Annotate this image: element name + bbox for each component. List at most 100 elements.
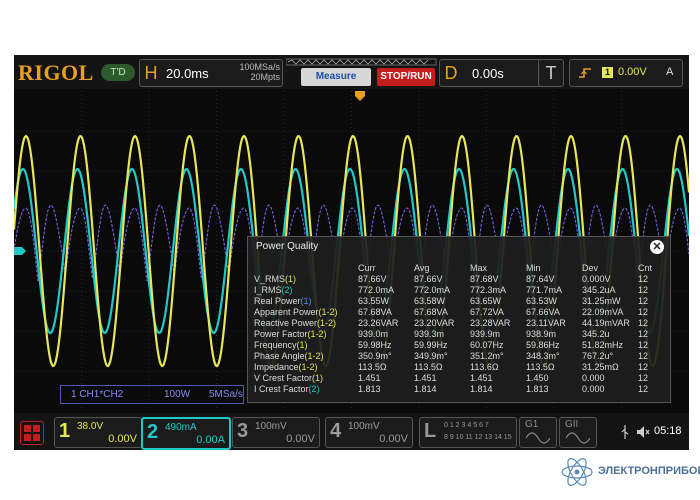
table-cell: 772.0mA — [358, 285, 395, 295]
measurement-source: (1-2) — [317, 318, 337, 328]
table-cell: 67.72VA — [470, 307, 504, 317]
measurement-name: V_RMS(1) — [252, 274, 356, 285]
table-cell: 12 — [638, 307, 649, 317]
power-quality-panel: Power Quality ✕ Curr Avg Max Min Dev Cnt V_RM… — [247, 236, 671, 403]
measurement-source: (1) — [300, 296, 312, 306]
channel-scale: 490mA — [165, 422, 197, 433]
measurement-name: Impedance(1-2) — [252, 362, 356, 373]
panel-title: Power Quality — [256, 241, 319, 252]
table-cell: 12 — [638, 340, 649, 350]
ch2-offset-marker[interactable] — [14, 247, 26, 255]
table-cell: 63.53W — [526, 296, 558, 306]
measure-button[interactable]: Measure — [301, 68, 371, 86]
table-cell: 345.2uA — [582, 285, 616, 295]
trigger-source: 1 — [602, 67, 613, 78]
table-cell: 63.55W — [358, 296, 390, 306]
delay-label: D — [444, 63, 458, 83]
table-cell: 772.3mA — [470, 285, 507, 295]
generator-2-box[interactable]: GII — [559, 417, 597, 448]
bottom-channel-bar: 1 38.0V 0.00V 2 490mA 0.00A 3 100mV 0.00V 4 100mV 0… — [14, 413, 689, 450]
table-row: Power Factor(1-2) 939.0m 939.3m 939.9m 938.9… — [252, 329, 662, 340]
channel-offset: 0.00A — [196, 434, 225, 446]
column-header: Max — [470, 263, 488, 273]
table-cell: 31.25mΩ — [582, 362, 619, 372]
sine-wave-icon — [526, 432, 550, 444]
math-source: 1 CH1*CH2 — [71, 389, 124, 400]
generator-1-box[interactable]: G1 — [519, 417, 557, 448]
table-cell: 51.82mHz — [582, 340, 624, 350]
channel-offset: 0.00V — [286, 433, 315, 445]
measurement-name: Apparent Power(1-2) — [252, 307, 356, 318]
channel-4-box[interactable]: 4 100mV 0.00V — [325, 417, 413, 448]
measurement-source: (1) — [296, 340, 308, 350]
table-cell: 1.451 — [470, 373, 493, 383]
table-cell: 767.2u° — [582, 351, 614, 361]
table-cell: 771.7mA — [526, 285, 563, 295]
table-cell: 60.07Hz — [470, 340, 504, 350]
measurement-label: Apparent Power — [254, 307, 319, 317]
table-cell: 67.66VA — [526, 307, 560, 317]
table-cell: 87.66V — [358, 274, 387, 284]
measurement-name: V Crest Factor(1) — [252, 373, 356, 384]
usb-icon — [621, 425, 629, 439]
table-cell: 349.9m° — [414, 351, 448, 361]
sample-info: 100MSa/s 20Mpts — [225, 62, 280, 82]
column-header: Dev — [582, 263, 599, 273]
column-header: Avg — [414, 263, 430, 273]
measurement-label: I_RMS — [254, 285, 282, 295]
table-cell: 87.64V — [526, 274, 555, 284]
rising-edge-icon — [579, 68, 591, 78]
math-channel-info[interactable]: 1 CH1*CH2 100W 5MSa/s — [60, 385, 244, 404]
logic-bits-high: 8 9 10 11 12 13 14 15 — [444, 434, 512, 441]
channel-number: 1 — [59, 420, 71, 442]
logic-bits-low: 0 1 2 3 4 5 6 7 — [444, 422, 489, 429]
measurement-label: V Crest Factor — [254, 373, 313, 383]
measurement-label: Real Power — [254, 296, 301, 306]
delay-box[interactable]: D 0.00s — [439, 59, 553, 87]
horizontal-timebase-box[interactable]: H 20.0ms 100MSa/s 20Mpts — [139, 59, 283, 87]
table-cell: 0.000 — [582, 384, 605, 394]
table-cell: 31.25mW — [582, 296, 621, 306]
logic-analyzer-box[interactable]: L 0 1 2 3 4 5 6 7 8 9 10 11 12 13 14 15 — [419, 417, 517, 448]
stop-run-button[interactable]: STOP/RUN — [377, 68, 435, 86]
menu-grid-icon[interactable] — [20, 421, 44, 445]
channel-3-box[interactable]: 3 100mV 0.00V — [232, 417, 320, 448]
table-row: Phase Angle(1-2) 350.9m° 349.9m° 351.2m° 348… — [252, 351, 662, 362]
table-row: V_RMS(1) 87.66V 87.66V 87.68V 87.64V 0.000V 12 — [252, 274, 662, 285]
close-icon[interactable]: ✕ — [650, 240, 664, 254]
table-cell: 12 — [638, 285, 649, 295]
table-row: Real Power(1) 63.55W 63.58W 63.65W 63.53W 31.… — [252, 296, 662, 307]
channel-number: 2 — [147, 421, 159, 443]
channel-1-box[interactable]: 1 38.0V 0.00V — [54, 417, 142, 448]
clock: 05:18 — [654, 425, 682, 437]
speaker-muted-icon[interactable] — [636, 425, 650, 439]
table-cell: 12 — [638, 351, 649, 361]
table-cell: 939.9m — [470, 329, 501, 339]
column-header — [252, 263, 356, 274]
generator-1-label: G1 — [525, 419, 539, 430]
memory-depth: 20Mpts — [250, 72, 280, 82]
trigger-box[interactable]: T 1 0.00V A — [538, 59, 683, 87]
column-header: Curr — [358, 263, 376, 273]
trigger-status-badge: T'D — [101, 64, 135, 81]
channel-offset: 0.00V — [108, 433, 137, 445]
brand-logo: RIGOL — [18, 60, 94, 85]
measurement-label: Impedance — [254, 362, 299, 372]
sine-wave-icon — [566, 432, 590, 444]
measurement-label: I Crest Factor — [254, 384, 309, 394]
top-status-bar: RIGOL T'D H 20.0ms 100MSa/s 20Mpts Measu… — [14, 55, 689, 89]
measurement-label: Reactive Power — [254, 318, 318, 328]
table-row: Frequency(1) 59.98Hz 59.99Hz 60.07Hz 59.86Hz… — [252, 340, 662, 351]
table-cell: 1.814 — [414, 384, 437, 394]
table-cell: 12 — [638, 384, 649, 394]
measurement-source: (1-2) — [304, 351, 324, 361]
math-scale: 100W — [164, 389, 191, 400]
measurement-name: Phase Angle(1-2) — [252, 351, 356, 362]
channel-scale: 100mV — [348, 421, 380, 432]
table-cell: 1.814 — [470, 384, 493, 394]
generator-2-label: GII — [565, 419, 579, 430]
measurement-label: Phase Angle — [254, 351, 305, 361]
channel-2-box[interactable]: 2 490mA 0.00A — [141, 417, 231, 450]
table-cell: 348.3m° — [526, 351, 560, 361]
table-row: Apparent Power(1-2) 67.68VA 67.68VA 67.72VA… — [252, 307, 662, 318]
